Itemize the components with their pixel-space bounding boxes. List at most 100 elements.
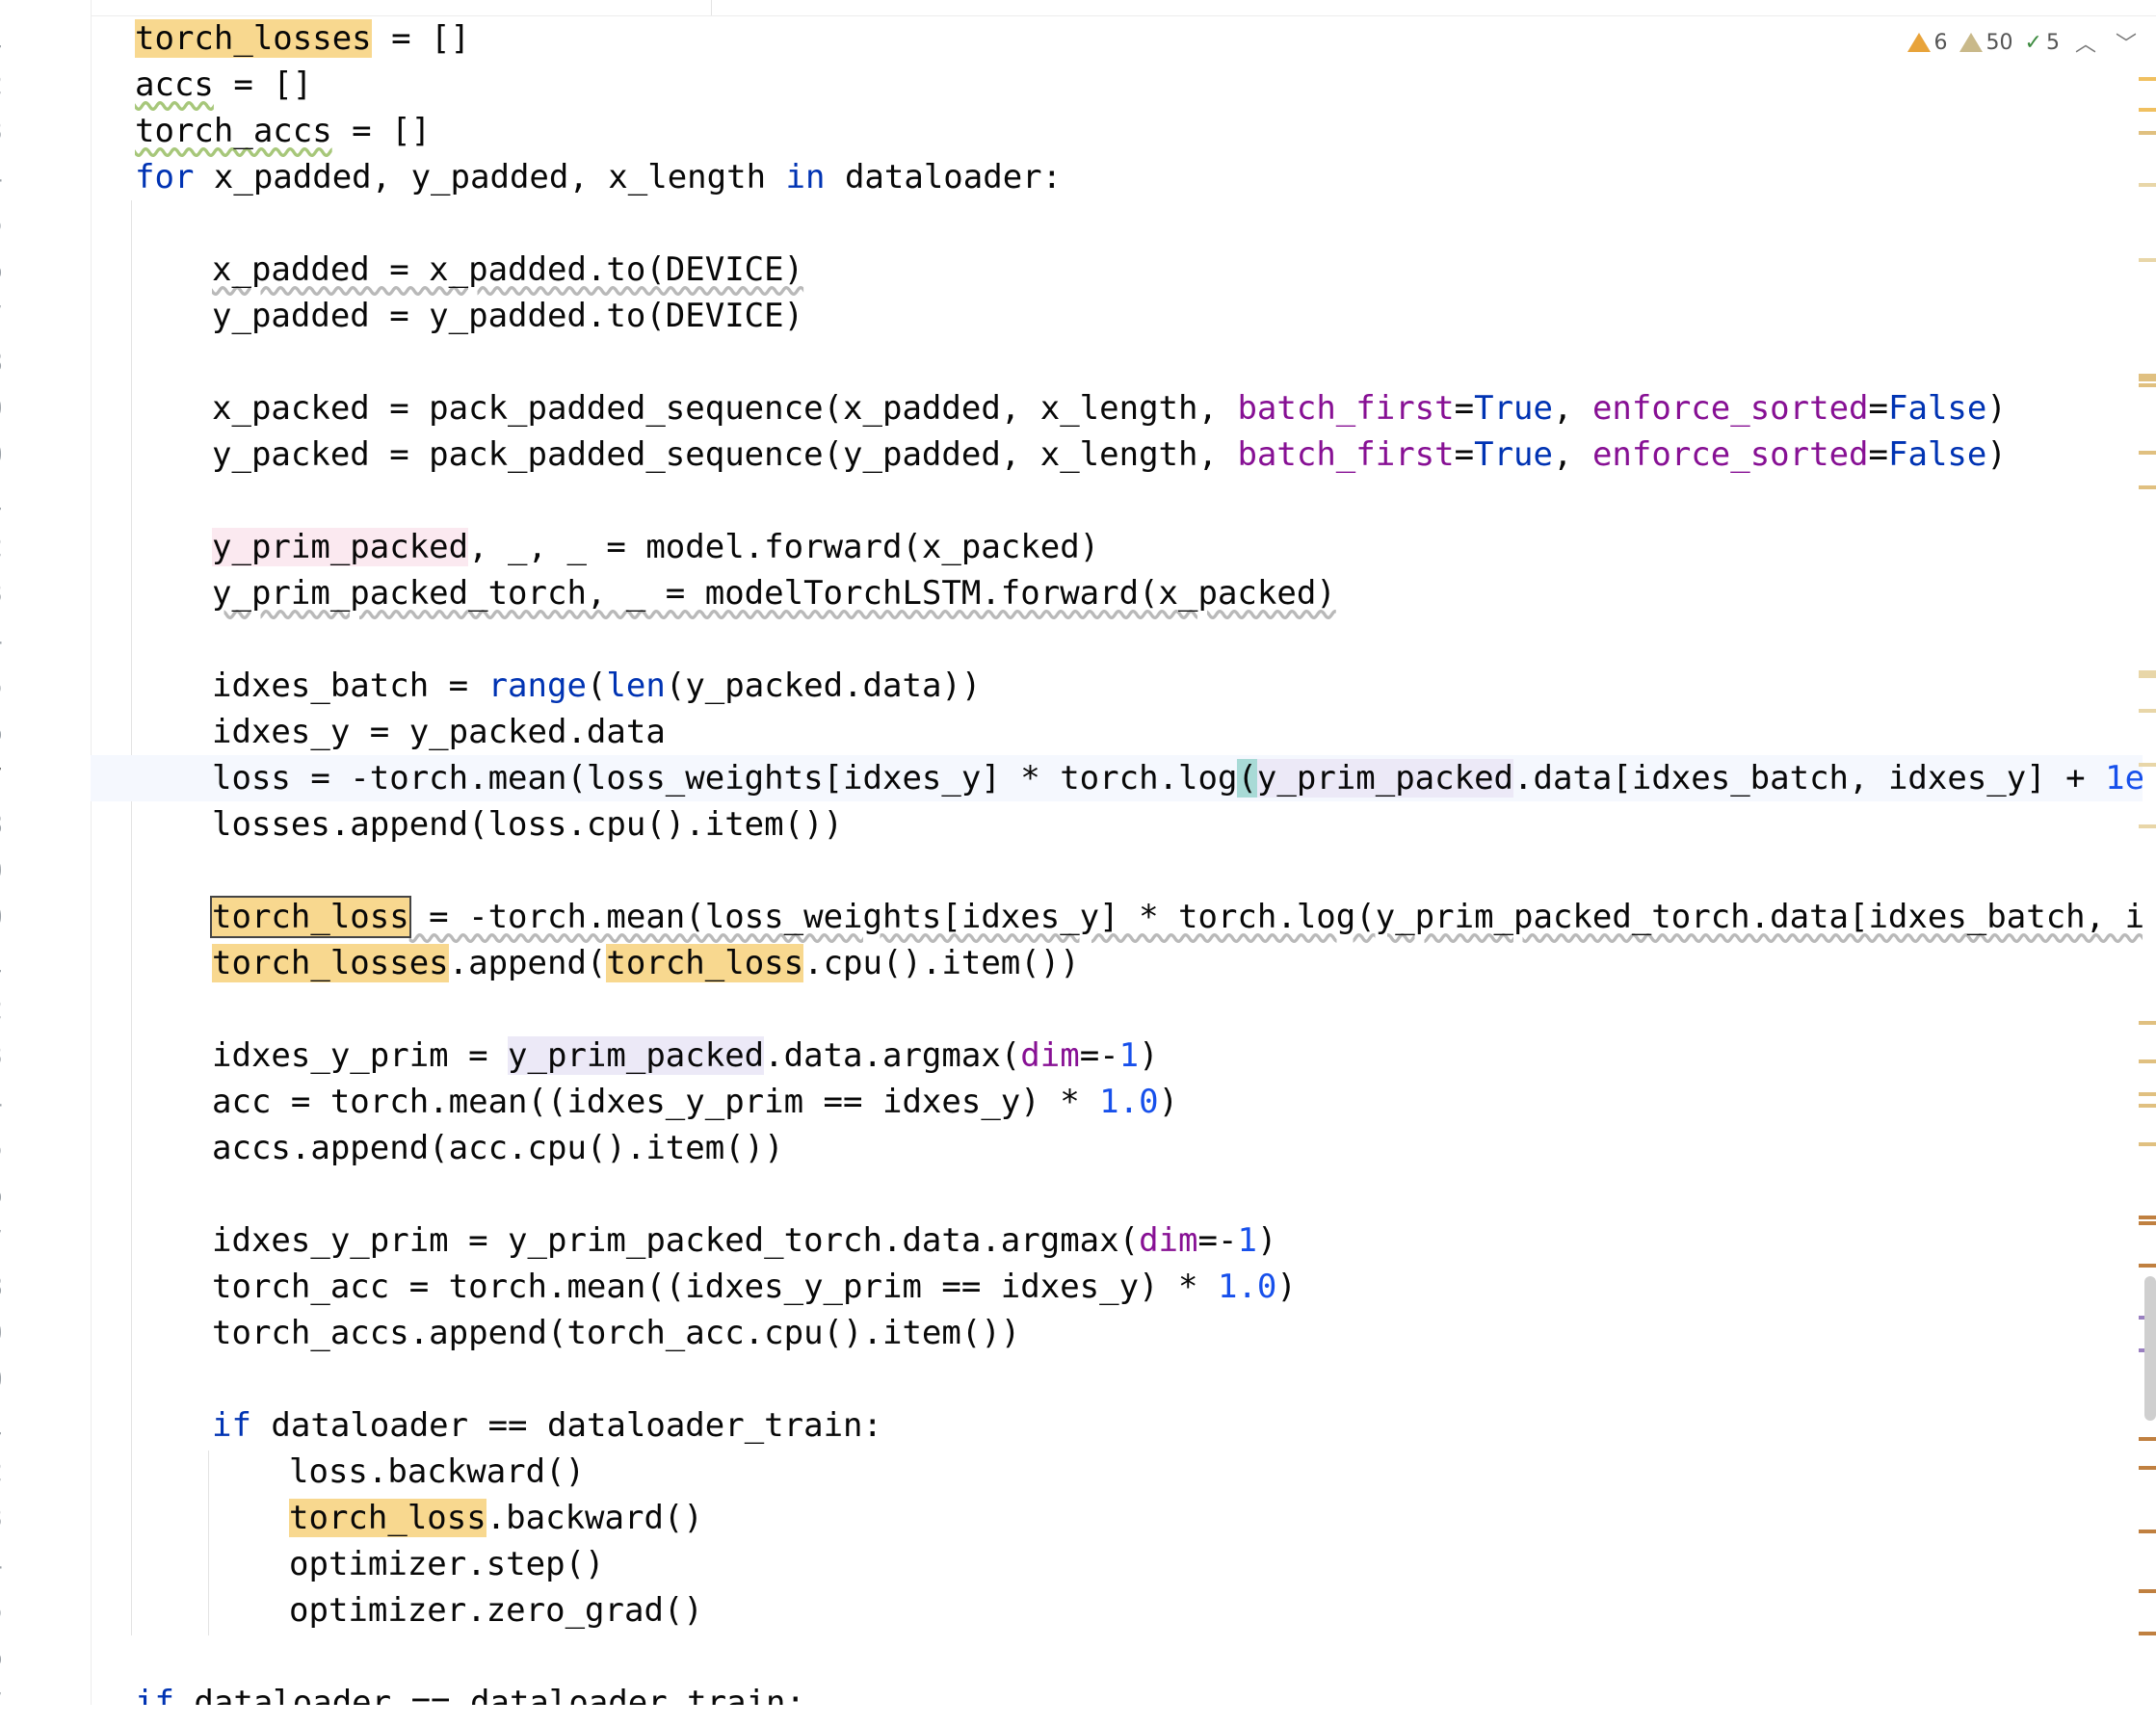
line-number-gutter[interactable]: 1234567890123456789012345678901234567 xyxy=(0,0,92,1718)
code-line[interactable]: torch_losses = [] xyxy=(91,15,2143,62)
line-number[interactable]: 4 xyxy=(0,1541,15,1587)
code-editor[interactable]: torch_losses = [] accs = [] torch_accs = [… xyxy=(91,15,2143,1705)
line-number[interactable]: 8 xyxy=(0,801,15,848)
line-number[interactable]: 5 xyxy=(0,1125,15,1171)
line-number[interactable]: 3 xyxy=(0,1033,15,1079)
line-number[interactable]: 9 xyxy=(0,848,15,894)
stripe-mark[interactable] xyxy=(2139,131,2156,135)
code-line[interactable]: losses.append(loss.cpu().item()) xyxy=(91,801,2143,848)
code-line[interactable]: idxes_y = y_packed.data xyxy=(91,709,2143,755)
code-line[interactable] xyxy=(91,616,2143,663)
stripe-mark[interactable] xyxy=(2139,183,2156,187)
code-line[interactable]: idxes_y_prim = y_prim_packed_torch.data.… xyxy=(91,1217,2143,1264)
stripe-mark[interactable] xyxy=(2139,1142,2156,1146)
line-number[interactable]: 2 xyxy=(0,1449,15,1495)
code-line[interactable]: optimizer.zero_grad() xyxy=(91,1587,2143,1634)
line-number[interactable]: 7 xyxy=(0,755,15,801)
stripe-mark[interactable] xyxy=(2139,1059,2156,1063)
stripe-mark[interactable] xyxy=(2139,258,2156,262)
code-line[interactable]: loss = -torch.mean(loss_weights[idxes_y]… xyxy=(91,755,2143,801)
stripe-mark[interactable] xyxy=(2139,1466,2156,1470)
line-number[interactable]: 0 xyxy=(0,1356,15,1402)
code-line[interactable]: y_packed = pack_padded_sequence(y_padded… xyxy=(91,432,2143,478)
line-number[interactable]: 0 xyxy=(0,432,15,478)
line-number[interactable]: 7 xyxy=(0,1680,15,1726)
stripe-mark[interactable] xyxy=(2139,378,2156,381)
stripe-mark[interactable] xyxy=(2139,1530,2156,1533)
stripe-mark[interactable] xyxy=(2139,763,2156,767)
code-line[interactable]: x_packed = pack_padded_sequence(x_padded… xyxy=(91,385,2143,432)
code-line[interactable]: if dataloader == dataloader_train: xyxy=(91,1402,2143,1449)
stripe-mark[interactable] xyxy=(2139,1632,2156,1635)
code-line[interactable]: torch_loss = -torch.mean(loss_weights[id… xyxy=(91,894,2143,940)
stripe-mark[interactable] xyxy=(2139,709,2156,713)
stripe-mark[interactable] xyxy=(2139,1589,2156,1593)
code-line[interactable]: x_padded = x_padded.to(DEVICE) xyxy=(91,247,2143,293)
code-line[interactable]: idxes_batch = range(len(y_packed.data)) xyxy=(91,663,2143,709)
code-line[interactable]: torch_accs = [] xyxy=(91,108,2143,154)
code-line[interactable]: acc = torch.mean((idxes_y_prim == idxes_… xyxy=(91,1079,2143,1125)
code-line[interactable] xyxy=(91,478,2143,524)
inspection-widget[interactable]: 6 50 ✓ 5 ︿ ﹀ xyxy=(1901,23,2146,62)
line-number[interactable]: 4 xyxy=(0,616,15,663)
line-number[interactable]: 1 xyxy=(0,478,15,524)
line-number[interactable]: 1 xyxy=(0,1402,15,1449)
code-line[interactable] xyxy=(91,1356,2143,1402)
line-number[interactable]: 2 xyxy=(0,524,15,570)
code-line[interactable]: torch_accs.append(torch_acc.cpu().item()… xyxy=(91,1310,2143,1356)
line-number[interactable]: 3 xyxy=(0,108,15,154)
error-count[interactable]: 6 xyxy=(1906,31,1948,55)
line-number[interactable]: 5 xyxy=(0,1587,15,1634)
stripe-mark[interactable] xyxy=(2139,1092,2156,1096)
line-number[interactable]: 6 xyxy=(0,247,15,293)
code-line[interactable]: loss.backward() xyxy=(91,1449,2143,1495)
line-number[interactable]: 4 xyxy=(0,1079,15,1125)
code-line[interactable]: torch_acc = torch.mean((idxes_y_prim == … xyxy=(91,1264,2143,1310)
line-number[interactable]: 2 xyxy=(0,62,15,108)
line-number[interactable]: 0 xyxy=(0,894,15,940)
line-number[interactable]: 6 xyxy=(0,1171,15,1217)
code-line[interactable]: y_prim_packed_torch, _ = modelTorchLSTM.… xyxy=(91,570,2143,616)
code-line[interactable]: torch_loss.backward() xyxy=(91,1495,2143,1541)
line-number[interactable]: 3 xyxy=(0,1495,15,1541)
stripe-mark[interactable] xyxy=(2139,824,2156,828)
code-line[interactable] xyxy=(91,848,2143,894)
code-line[interactable]: accs = [] xyxy=(91,62,2143,108)
code-line[interactable] xyxy=(91,1634,2143,1680)
code-line[interactable]: y_padded = y_padded.to(DEVICE) xyxy=(91,293,2143,339)
code-line[interactable]: torch_losses.append(torch_loss.cpu().ite… xyxy=(91,940,2143,986)
line-number[interactable]: 2 xyxy=(0,986,15,1033)
stripe-mark[interactable] xyxy=(2139,485,2156,489)
code-line[interactable]: y_prim_packed, _, _ = model.forward(x_pa… xyxy=(91,524,2143,570)
code-line[interactable]: idxes_y_prim = y_prim_packed.data.argmax… xyxy=(91,1033,2143,1079)
code-line[interactable]: optimizer.step() xyxy=(91,1541,2143,1587)
code-line[interactable] xyxy=(91,986,2143,1033)
code-line[interactable]: if dataloader == dataloader_train: xyxy=(91,1680,2143,1705)
code-line[interactable] xyxy=(91,339,2143,385)
line-number[interactable]: 6 xyxy=(0,709,15,755)
stripe-mark[interactable] xyxy=(2139,383,2156,387)
line-number[interactable]: 5 xyxy=(0,663,15,709)
stripe-mark[interactable] xyxy=(2139,108,2156,112)
stripe-mark[interactable] xyxy=(2139,1104,2156,1108)
warning-count[interactable]: 50 xyxy=(1959,31,2013,55)
code-line[interactable]: accs.append(acc.cpu().item()) xyxy=(91,1125,2143,1171)
stripe-mark[interactable] xyxy=(2139,1264,2156,1268)
stripe-mark[interactable] xyxy=(2139,77,2156,81)
line-number[interactable]: 9 xyxy=(0,385,15,432)
code-line[interactable]: for x_padded, y_padded, x_length in data… xyxy=(91,154,2143,200)
line-number[interactable]: 1 xyxy=(0,940,15,986)
line-number[interactable]: 3 xyxy=(0,570,15,616)
line-number[interactable]: 7 xyxy=(0,1217,15,1264)
vertical-scrollbar[interactable] xyxy=(2144,1276,2156,1421)
chevron-down-icon[interactable]: ﹀ xyxy=(2112,27,2141,58)
code-line[interactable] xyxy=(91,1171,2143,1217)
code-line[interactable] xyxy=(91,200,2143,247)
line-number[interactable]: 4 xyxy=(0,154,15,200)
stripe-mark[interactable] xyxy=(2139,1216,2156,1219)
chevron-up-icon[interactable]: ︿ xyxy=(2071,27,2100,58)
stripe-mark[interactable] xyxy=(2139,1221,2156,1225)
line-number[interactable]: 1 xyxy=(0,15,15,62)
stripe-mark[interactable] xyxy=(2139,1021,2156,1025)
stripe-mark[interactable] xyxy=(2139,451,2156,455)
